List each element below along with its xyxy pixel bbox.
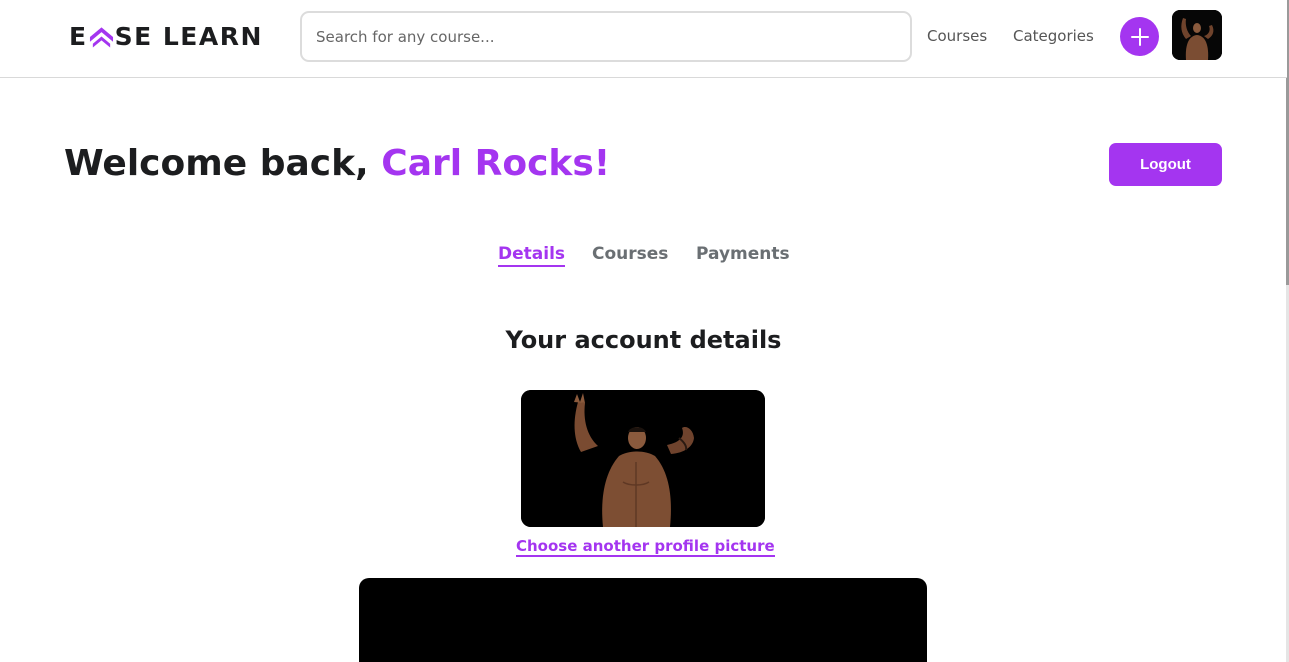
tab-payments[interactable]: Payments xyxy=(696,244,790,264)
nav-categories-link[interactable]: Categories xyxy=(1013,27,1094,45)
logout-button[interactable]: Logout xyxy=(1109,143,1222,186)
bodybuilder-photo xyxy=(1172,10,1222,60)
nav-courses-link[interactable]: Courses xyxy=(927,27,987,45)
logo-text-end: SE LEARN xyxy=(114,21,263,51)
search-input[interactable] xyxy=(300,11,912,62)
choose-profile-picture-link[interactable]: Choose another profile picture xyxy=(516,537,775,557)
profile-picture xyxy=(521,390,765,527)
logo-text-start: E xyxy=(69,21,88,51)
account-details-title: Your account details xyxy=(505,326,782,354)
video-preview-area xyxy=(359,578,927,662)
tab-details[interactable]: Details xyxy=(498,244,566,267)
tab-courses[interactable]: Courses xyxy=(592,244,668,264)
add-course-button[interactable] xyxy=(1120,17,1159,56)
welcome-heading: Welcome back, Carl Rocks! xyxy=(64,143,610,184)
top-header: E SE LEARN Courses Categories xyxy=(0,0,1287,78)
logo-chevron-icon xyxy=(89,27,113,48)
plus-icon xyxy=(1130,27,1149,46)
welcome-prefix: Welcome back, xyxy=(64,143,382,184)
bodybuilder-photo xyxy=(521,390,765,527)
user-avatar[interactable] xyxy=(1172,10,1222,60)
user-name: Carl Rocks! xyxy=(381,143,611,184)
ease-learn-logo[interactable]: E SE LEARN xyxy=(69,21,263,51)
